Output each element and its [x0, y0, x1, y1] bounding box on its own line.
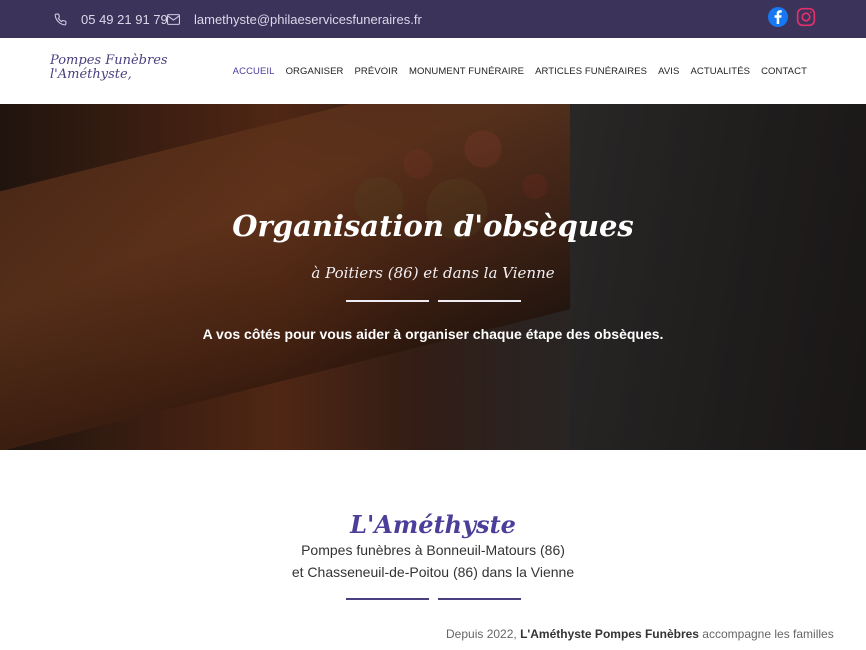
logo-line-1: Pompes Funèbres	[50, 53, 168, 68]
about-divider	[346, 598, 521, 600]
nav-item-articles-funeraires[interactable]: ARTICLES FUNÉRAIRES	[535, 66, 647, 77]
email-contact[interactable]: lamethyste@philaeservicesfuneraires.fr	[167, 0, 422, 38]
nav-item-accueil[interactable]: ACCUEIL	[233, 66, 275, 77]
email-address[interactable]: lamethyste@philaeservicesfuneraires.fr	[194, 12, 422, 27]
intro-company-name: L'Améthyste Pompes Funèbres	[520, 627, 699, 641]
intro-prefix: Depuis 2022,	[446, 627, 521, 641]
phone-contact[interactable]: 05 49 21 91 79	[54, 0, 168, 38]
nav-item-organiser[interactable]: ORGANISER	[286, 66, 344, 77]
envelope-icon	[167, 13, 180, 25]
hero-subtitle: à Poitiers (86) et dans la Vienne	[311, 264, 555, 282]
logo-line-2: l'Améthyste,	[50, 67, 132, 82]
intro-suffix: accompagne les familles	[698, 627, 834, 641]
hero-title: Organisation d'obsèques	[232, 209, 634, 243]
phone-number[interactable]: 05 49 21 91 79	[81, 12, 168, 27]
nav-item-actualites[interactable]: ACTUALITÉS	[690, 66, 750, 77]
facebook-icon[interactable]	[768, 7, 788, 27]
hero-banner: Organisation d'obsèques à Poitiers (86) …	[0, 104, 866, 450]
hero-tagline: A vos côtés pour vous aider à organiser …	[202, 326, 664, 342]
site-header: Pompes Funèbres l'Améthyste, ACCUEIL ORG…	[0, 38, 866, 104]
phone-icon	[54, 13, 67, 25]
about-location-line-1: Pompes funèbres à Bonneuil-Matours (86)	[301, 542, 565, 558]
about-intro-text: Depuis 2022, L'Améthyste Pompes Funèbres…	[446, 627, 834, 641]
hero-divider	[346, 300, 521, 302]
about-location-line-2: et Chasseneuil-de-Poitou (86) dans la Vi…	[291, 564, 575, 580]
nav-item-prevoir[interactable]: PRÉVOIR	[354, 66, 397, 77]
instagram-icon[interactable]	[796, 7, 816, 27]
site-logo[interactable]: Pompes Funèbres l'Améthyste,	[50, 54, 168, 82]
top-bar: 05 49 21 91 79 lamethyste@philaeservices…	[0, 0, 866, 38]
social-links	[768, 7, 816, 27]
main-nav: ACCUEIL ORGANISER PRÉVOIR MONUMENT FUNÉR…	[233, 38, 807, 104]
nav-item-monument-funeraire[interactable]: MONUMENT FUNÉRAIRE	[409, 66, 524, 77]
nav-item-contact[interactable]: CONTACT	[761, 66, 807, 77]
about-title: L'Améthyste	[350, 510, 516, 539]
nav-item-avis[interactable]: AVIS	[658, 66, 679, 77]
